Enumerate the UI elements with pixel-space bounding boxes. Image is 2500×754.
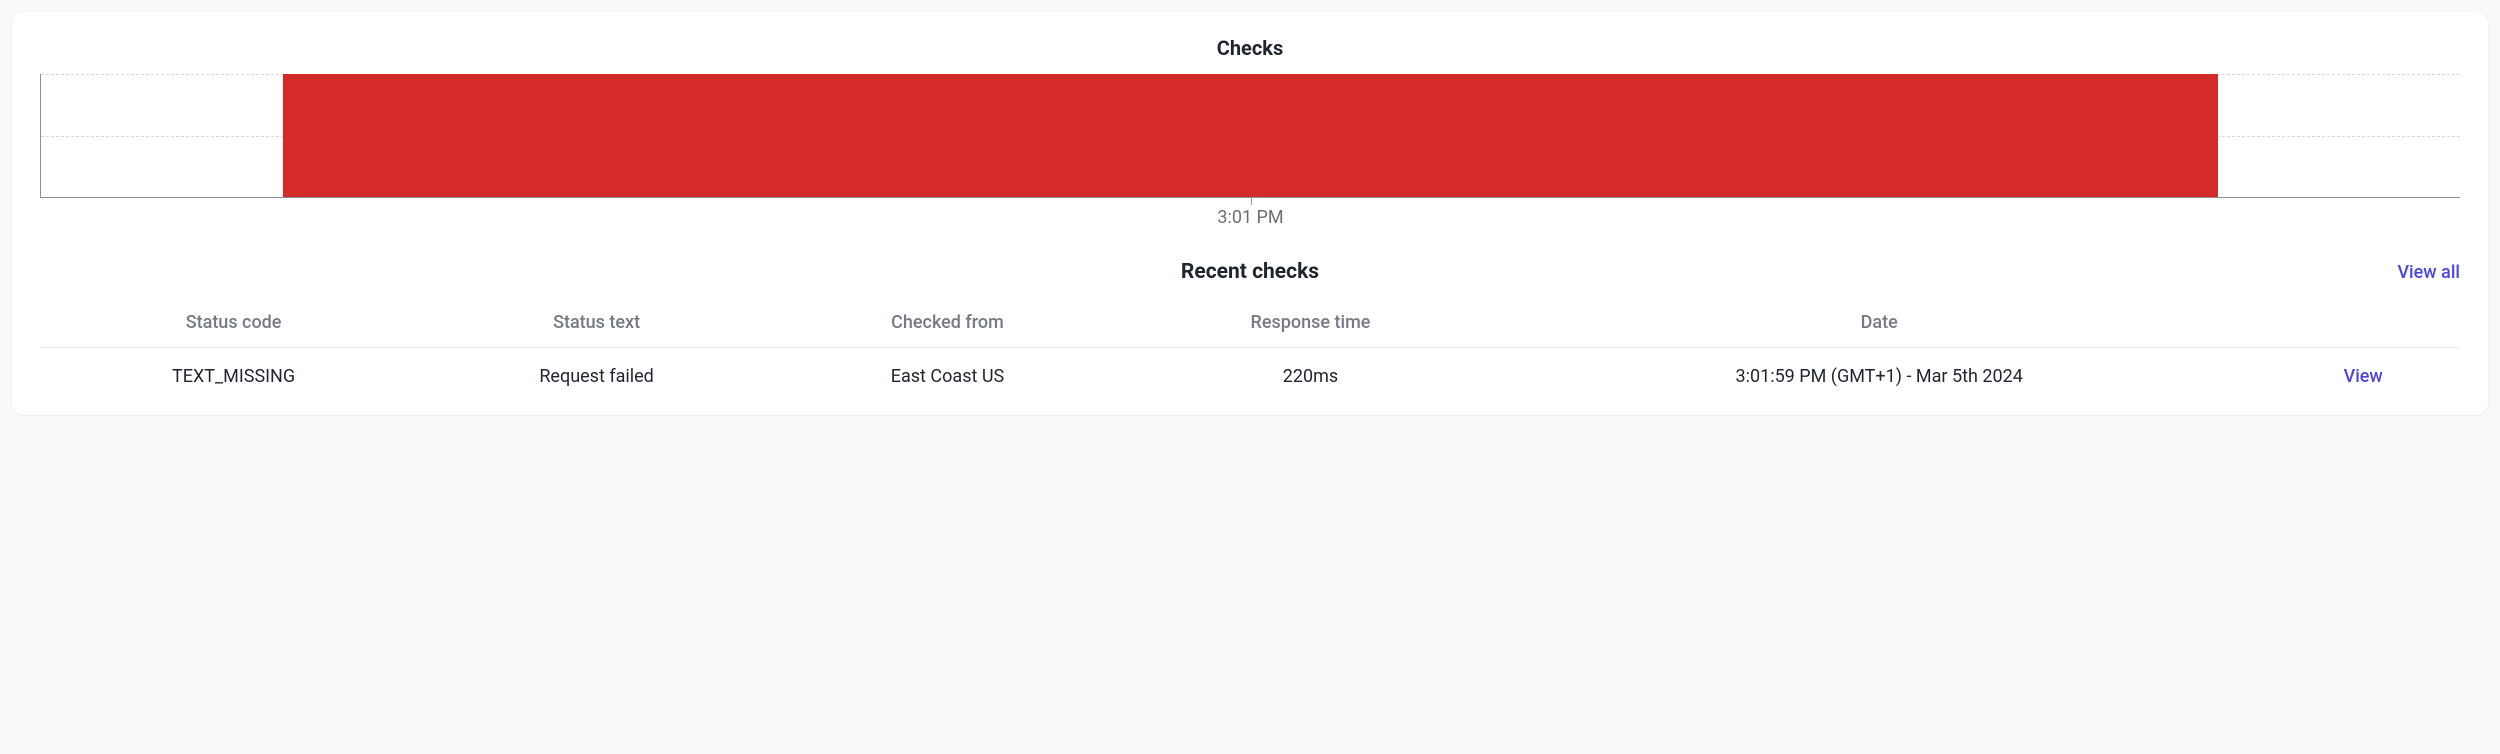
chart-x-tick-mark: [1251, 197, 1252, 205]
col-status-code: Status code: [40, 298, 427, 348]
cell-status-code: TEXT_MISSING: [40, 348, 427, 398]
table-row: TEXT_MISSINGRequest failedEast Coast US2…: [40, 348, 2460, 398]
chart-x-tick-label: 3:01 PM: [1217, 207, 1283, 228]
checks-title: Checks: [40, 36, 2460, 60]
cell-action: View: [2266, 348, 2460, 398]
cell-response-time: 220ms: [1129, 348, 1492, 398]
view-all-link[interactable]: View all: [2397, 262, 2460, 283]
recent-checks-header: Recent checks View all: [40, 260, 2460, 284]
col-action: [2266, 298, 2460, 348]
chart-bar: [283, 74, 2218, 197]
recent-checks-title: Recent checks: [1181, 260, 1319, 284]
checks-chart-plot: 3:01 PM: [40, 74, 2460, 198]
col-date: Date: [1492, 298, 2266, 348]
col-status-text: Status text: [427, 298, 766, 348]
recent-checks-table: Status code Status text Checked from Res…: [40, 298, 2460, 397]
table-header-row: Status code Status text Checked from Res…: [40, 298, 2460, 348]
cell-status-text: Request failed: [427, 348, 766, 398]
view-row-link[interactable]: View: [2344, 366, 2383, 387]
cell-checked-from: East Coast US: [766, 348, 1129, 398]
cell-date: 3:01:59 PM (GMT+1) - Mar 5th 2024: [1492, 348, 2266, 398]
checks-card: Checks 3:01 PM Recent checks View all St…: [12, 12, 2488, 415]
recent-checks-tbody: TEXT_MISSINGRequest failedEast Coast US2…: [40, 348, 2460, 398]
col-checked-from: Checked from: [766, 298, 1129, 348]
col-response-time: Response time: [1129, 298, 1492, 348]
checks-chart: 3:01 PM: [40, 74, 2460, 238]
